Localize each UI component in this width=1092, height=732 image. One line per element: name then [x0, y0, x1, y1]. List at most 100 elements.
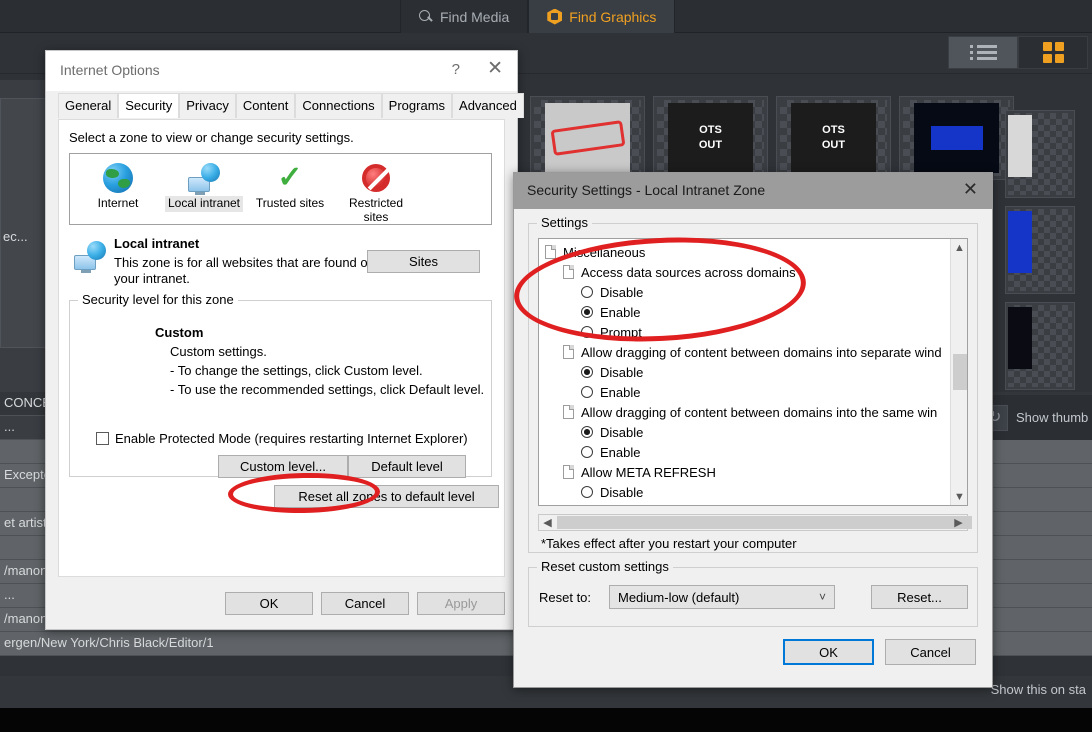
chevron-down-icon: ˅ [818, 590, 826, 604]
right-thumbnail-list [1005, 110, 1092, 400]
page-icon [563, 405, 574, 419]
radio-button[interactable] [581, 426, 593, 438]
level-line-1: Custom settings. [170, 344, 267, 359]
zone-name: Local intranet [114, 236, 200, 251]
security-level-name: Custom [155, 325, 204, 340]
settings-vertical-scrollbar[interactable]: ▲ ▼ [950, 239, 967, 505]
close-icon[interactable]: ✕ [487, 59, 503, 78]
list-item[interactable]: Access data sources across domains [543, 262, 949, 282]
list-item[interactable] [1005, 302, 1075, 390]
show-on-start-label: Show this on sta [990, 682, 1086, 697]
list-item-label: Disable [600, 484, 644, 500]
sites-button[interactable]: Sites [367, 250, 480, 273]
reset-all-zones-button[interactable]: Reset all zones to default level [274, 485, 499, 508]
list-item[interactable]: Allow META REFRESH [543, 462, 949, 482]
tab-find-graphics[interactable]: Find Graphics [528, 0, 676, 33]
reset-button[interactable]: Reset... [871, 585, 968, 609]
scroll-down-icon[interactable]: ▼ [951, 488, 967, 505]
cancel-button[interactable]: Cancel [885, 639, 976, 665]
ok-button[interactable]: OK [225, 592, 313, 615]
thumbnail-item[interactable]: OTS OUT [776, 96, 891, 180]
radio-button[interactable] [581, 386, 593, 398]
tab-content[interactable]: Content [235, 93, 296, 118]
zone-description: This zone is for all websites that are f… [114, 255, 375, 287]
internet-options-dialog: Internet Options ? ✕ General Security Pr… [45, 50, 524, 630]
tab-find-media[interactable]: Find Media [400, 0, 529, 33]
takes-effect-note: *Takes effect after you restart your com… [541, 536, 797, 551]
internet-options-body: General Security Privacy Content Connect… [46, 91, 524, 629]
thumbnail-item[interactable] [899, 96, 1014, 180]
settings-list-content: Miscellaneous Access data sources across… [539, 239, 949, 505]
grid-view-button[interactable] [1018, 36, 1088, 69]
radio-button[interactable] [581, 306, 593, 318]
list-item[interactable]: Allow dragging of content between domain… [543, 342, 949, 362]
list-view-button[interactable] [948, 36, 1018, 69]
scrollbar-thumb[interactable] [557, 516, 972, 529]
radio-button[interactable] [581, 366, 593, 378]
scroll-right-icon[interactable]: ▶ [950, 515, 967, 530]
list-item[interactable]: Disable [543, 362, 949, 382]
security-tab-panel: Select a zone to view or change security… [58, 119, 505, 577]
list-item[interactable]: Disable [543, 282, 949, 302]
zone-local-intranet[interactable]: Local intranet [164, 160, 244, 226]
list-item[interactable] [1005, 206, 1075, 294]
ok-button[interactable]: OK [783, 639, 874, 665]
dialog-title: Internet Options [60, 62, 160, 78]
scroll-left-icon[interactable]: ◀ [539, 515, 556, 530]
hexagon-icon [547, 8, 563, 25]
custom-level-button[interactable]: Custom level... [218, 455, 348, 478]
tab-general[interactable]: General [58, 93, 119, 118]
list-item[interactable]: Enable [543, 382, 949, 402]
list-item[interactable]: Disable [543, 482, 949, 502]
internet-options-footer: OK Cancel Apply [46, 592, 505, 615]
thumbnail-item[interactable] [530, 96, 645, 180]
list-item[interactable]: Disable [543, 422, 949, 442]
list-item[interactable]: Prompt [543, 322, 949, 342]
reset-legend: Reset custom settings [537, 559, 673, 574]
list-item[interactable]: Enable [543, 302, 949, 322]
tab-find-media-label: Find Media [440, 8, 510, 25]
list-item-label: Enable [600, 304, 641, 320]
cancel-button[interactable]: Cancel [321, 592, 409, 615]
tab-privacy[interactable]: Privacy [179, 93, 236, 118]
close-icon[interactable]: ✕ [963, 180, 978, 198]
protected-mode-checkbox[interactable] [96, 432, 109, 445]
thumbnail-item[interactable]: OTS OUT [653, 96, 768, 180]
settings-group: Settings Miscellaneous Access data sourc… [528, 215, 978, 553]
reset-to-value: Medium-low (default) [618, 589, 740, 605]
list-item[interactable]: Allow dragging of content between domain… [543, 402, 949, 422]
security-settings-titlebar: Security Settings - Local Intranet Zone … [514, 173, 992, 209]
list-item[interactable] [1005, 110, 1075, 198]
radio-button[interactable] [581, 286, 593, 298]
default-level-button[interactable]: Default level [348, 455, 466, 478]
radio-button[interactable] [581, 446, 593, 458]
security-settings-body: Settings Miscellaneous Access data sourc… [514, 209, 992, 687]
reset-custom-settings-group: Reset custom settings Reset to: Medium-l… [528, 559, 978, 627]
settings-list[interactable]: Miscellaneous Access data sources across… [538, 238, 968, 506]
apply-button: Apply [417, 592, 505, 615]
page-icon [563, 265, 574, 279]
left-preview-label: ec... [3, 229, 28, 244]
tab-programs[interactable]: Programs [381, 93, 453, 118]
help-icon[interactable]: ? [452, 61, 460, 78]
radio-button[interactable] [581, 326, 593, 338]
tab-security[interactable]: Security [118, 93, 180, 118]
tab-advanced[interactable]: Advanced [452, 93, 524, 118]
list-item[interactable]: Miscellaneous [543, 242, 949, 262]
app-tabstrip: Find Media Find Graphics [400, 0, 676, 33]
scroll-up-icon[interactable]: ▲ [951, 239, 967, 256]
internet-options-titlebar: Internet Options ? ✕ [46, 51, 517, 91]
zone-selector: Internet Local intranet ✓ Trusted sites [69, 153, 492, 225]
settings-horizontal-scrollbar[interactable]: ◀ ▶ [538, 514, 972, 531]
zone-restricted-sites[interactable]: Restricted sites [336, 160, 416, 226]
radio-button[interactable] [581, 486, 593, 498]
zone-trusted-sites[interactable]: ✓ Trusted sites [250, 160, 330, 226]
list-item[interactable]: Enable [543, 442, 949, 462]
reset-to-select[interactable]: Medium-low (default) ˅ [609, 585, 835, 609]
protected-mode-row[interactable]: Enable Protected Mode (requires restarti… [96, 431, 468, 446]
page-icon [563, 465, 574, 479]
list-item[interactable]: Enable [543, 502, 949, 506]
scrollbar-thumb[interactable] [953, 354, 967, 390]
zone-internet[interactable]: Internet [78, 160, 158, 226]
tab-connections[interactable]: Connections [295, 93, 382, 118]
